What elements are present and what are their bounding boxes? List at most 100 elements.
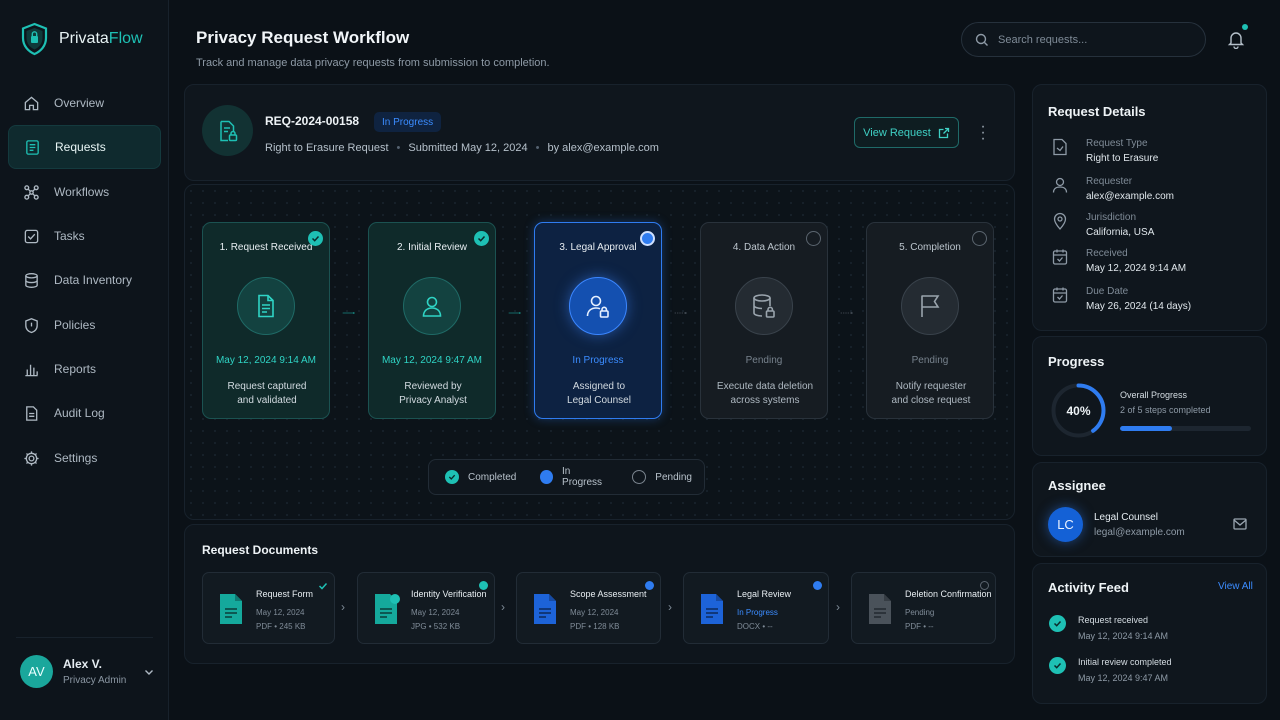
document-meta: PDF • -- [905, 622, 934, 631]
document-scope-assessment[interactable]: Scope Assessment May 12, 2024 PDF • 128 … [516, 572, 661, 644]
check-icon [479, 581, 488, 590]
assignee-avatar: LC [1048, 507, 1083, 542]
detail-due-date: Due Date May 26, 2024 (14 days) [1052, 286, 1191, 312]
document-meta: PDF • 245 KB [256, 622, 306, 631]
document-date: May 12, 2024 [411, 608, 460, 617]
legend-completed: Completed [445, 470, 516, 484]
document-name: Deletion Confirmation [905, 589, 992, 599]
mail-icon[interactable] [1233, 518, 1247, 530]
legend-label: Pending [655, 471, 692, 483]
user-info: Alex V. Privacy Admin [63, 657, 126, 686]
search-input[interactable] [998, 33, 1178, 46]
detail-label: Received [1086, 248, 1128, 259]
workflow-step-data-action[interactable]: 4. Data Action Pending Execute data dele… [700, 222, 828, 419]
activity-title-text: Initial review completed [1078, 657, 1172, 667]
in-progress-dot-icon [813, 581, 822, 590]
more-options-icon[interactable]: · · · [976, 119, 990, 147]
detail-label: Jurisdiction [1086, 212, 1137, 223]
sidebar-item-overview[interactable]: Overview [8, 81, 161, 125]
external-link-icon [938, 127, 949, 138]
legend-label: In Progress [562, 466, 603, 488]
document-status: In Progress [737, 608, 778, 617]
step-icon-circle [901, 277, 959, 335]
user-role: Privacy Admin [63, 675, 127, 686]
request-id: REQ-2024-00158 [265, 114, 360, 128]
sidebar-item-workflows[interactable]: Workflows [8, 170, 161, 214]
request-details-title: Request Details [1048, 104, 1146, 119]
log-icon [26, 405, 38, 421]
chevron-down-icon[interactable] [143, 666, 155, 678]
user-icon [1052, 177, 1068, 193]
assignee-email: legal@example.com [1094, 527, 1185, 538]
workflow-step-request-received[interactable]: 1. Request Received May 12, 2024 9:14 AM… [202, 222, 330, 419]
step-status: Pending [745, 355, 783, 366]
detail-value: Right to Erasure [1086, 153, 1159, 164]
activity-title: Activity Feed [1048, 580, 1129, 595]
workflow-step-completion[interactable]: 5. Completion Pending Notify requester an… [866, 222, 994, 419]
pending-dot-icon [980, 581, 989, 590]
user-menu[interactable]: AV Alex V. Privacy Admin [20, 655, 155, 688]
arrow-right-icon: › [341, 600, 345, 614]
database-lock-icon [753, 294, 775, 318]
request-submitted: Submitted May 12, 2024 [408, 142, 528, 154]
check-icon [1049, 657, 1066, 674]
document-status: Pending [905, 608, 935, 617]
app-logo[interactable]: PrivataFlow [20, 22, 143, 56]
progress-title: Progress [1048, 354, 1105, 369]
step-description: Notify requester and close request [891, 381, 971, 406]
workflow-step-initial-review[interactable]: 2. Initial Review May 12, 2024 9:47 AM R… [368, 222, 496, 419]
flag-icon [921, 295, 940, 317]
check-icon [445, 470, 459, 484]
document-identity-verification[interactable]: Identity Verification May 12, 2024 JPG •… [357, 572, 495, 644]
sidebar-item-policies[interactable]: Policies [8, 303, 161, 347]
sidebar-item-reports[interactable]: Reports [8, 347, 161, 391]
step-status: May 12, 2024 9:14 AM [215, 355, 317, 366]
step-connector [840, 312, 853, 314]
gear-icon [24, 450, 39, 466]
check-icon [318, 582, 328, 590]
step-description: Request captured and validated [227, 381, 307, 406]
pending-indicator-icon [806, 231, 821, 246]
document-legal-review[interactable]: Legal Review In Progress DOCX • -- [683, 572, 829, 644]
file-icon [701, 594, 723, 624]
calendar-icon [1052, 287, 1068, 303]
check-icon [308, 231, 323, 246]
sidebar-item-requests[interactable]: Requests [8, 125, 161, 169]
check-icon [645, 581, 654, 590]
document-date: May 12, 2024 [256, 608, 305, 617]
detail-label: Requester [1086, 176, 1133, 187]
sidebar-item-settings[interactable]: Settings [8, 436, 161, 480]
status-badge: In Progress [374, 112, 442, 132]
sidebar-item-audit-log[interactable]: Audit Log [8, 391, 161, 435]
sidebar-item-tasks[interactable]: Tasks [8, 214, 161, 258]
sidebar-item-data-inventory[interactable]: Data Inventory [8, 258, 161, 302]
status-legend: Completed In Progress Pending [428, 459, 705, 495]
step-description: Execute data deletion across systems [716, 381, 814, 406]
database-icon [25, 272, 38, 288]
activity-time: May 12, 2024 9:14 AM [1078, 631, 1169, 641]
sidebar-item-label: Reports [54, 362, 97, 376]
search-bar[interactable] [961, 22, 1206, 57]
calendar-icon [1052, 249, 1068, 265]
file-icon [220, 594, 242, 624]
file-icon [534, 594, 556, 624]
detail-request-type: Request Type Right to Erasure [1052, 138, 1158, 164]
check-icon [474, 231, 489, 246]
view-all-link[interactable]: View All [1218, 581, 1253, 592]
document-name: Identity Verification [411, 589, 487, 599]
document-deletion-confirmation[interactable]: Deletion Confirmation Pending PDF • -- [851, 572, 996, 644]
request-type: Right to Erasure Request [265, 142, 389, 154]
view-request-button[interactable]: View Request [854, 117, 959, 148]
workflow-step-legal-approval[interactable]: 3. Legal Approval In Progress Assigned t… [534, 222, 662, 419]
step-connector [342, 312, 355, 314]
sidebar-item-label: Data Inventory [54, 273, 133, 287]
notification-dot [1242, 24, 1248, 30]
sidebar-item-label: Policies [54, 318, 96, 332]
document-request-form[interactable]: Request Form May 12, 2024 PDF • 245 KB [202, 572, 335, 644]
bell-icon[interactable] [1226, 29, 1246, 49]
page-title: Privacy Request Workflow [196, 28, 410, 47]
activity-title-text: Request received [1078, 615, 1149, 625]
request-by: by alex@example.com [547, 142, 659, 154]
sidebar-divider [16, 637, 153, 638]
checkbox-icon [24, 229, 39, 243]
